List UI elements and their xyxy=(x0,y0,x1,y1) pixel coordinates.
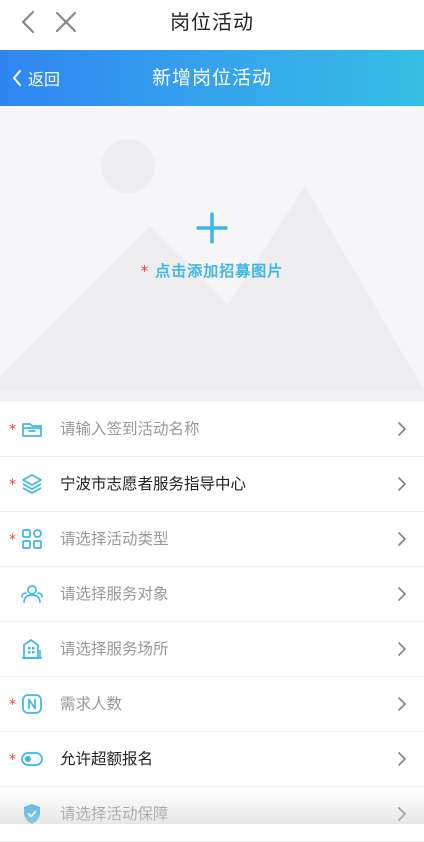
grid-icon xyxy=(22,529,42,549)
folder-icon xyxy=(22,423,42,437)
chevron-right-icon xyxy=(398,697,406,711)
headcount-field[interactable]: * 需求人数 xyxy=(0,677,424,732)
service-target-field[interactable]: 请选择服务对象 xyxy=(0,567,424,622)
required-marker: * xyxy=(9,697,16,713)
chevron-right-icon xyxy=(398,422,406,436)
layers-icon xyxy=(22,474,42,494)
chevron-right-icon xyxy=(398,752,406,766)
service-venue-text: 请选择服务场所 xyxy=(60,640,169,658)
activity-type-field[interactable]: * 请选择活动类型 xyxy=(0,512,424,567)
allow-overbooking-field[interactable]: * 允许超额报名 xyxy=(0,732,424,787)
users-icon xyxy=(21,585,43,603)
activity-name-text: 请输入签到活动名称 xyxy=(60,420,200,438)
headcount-text: 需求人数 xyxy=(60,695,123,713)
service-venue-field[interactable]: 请选择服务场所 xyxy=(0,622,424,677)
image-upload-area[interactable]: * 点击添加招募图片 xyxy=(0,106,424,390)
allow-overbooking-text: 允许超额报名 xyxy=(60,750,154,768)
chevron-right-icon xyxy=(398,532,406,546)
activity-type-text: 请选择活动类型 xyxy=(60,530,169,548)
organization-field[interactable]: * 宁波市志愿者服务指导中心 xyxy=(0,457,424,512)
chevron-right-icon xyxy=(398,807,406,821)
page-header: 返回 新增岗位活动 xyxy=(0,50,424,106)
activity-name-field[interactable]: * 请输入签到活动名称 xyxy=(0,402,424,457)
chevron-right-icon xyxy=(398,477,406,491)
service-target-text: 请选择服务对象 xyxy=(60,585,169,603)
plus-icon[interactable] xyxy=(194,210,230,246)
form-list: * 请输入签到活动名称 * 宁波市志愿者服务指导中心 * 请选择活动类型 请选择… xyxy=(0,402,424,842)
window-title: 岗位活动 xyxy=(170,10,254,34)
number-badge-icon xyxy=(22,694,42,714)
toggle-icon xyxy=(21,752,43,766)
activity-guarantee-text: 请选择活动保障 xyxy=(60,805,169,823)
required-marker: * xyxy=(9,752,16,768)
add-image-text: 点击添加招募图片 xyxy=(155,262,284,280)
chevron-right-icon xyxy=(398,642,406,656)
required-marker: * xyxy=(140,262,150,280)
required-marker: * xyxy=(9,422,16,438)
activity-guarantee-field[interactable]: 请选择活动保障 xyxy=(0,787,424,842)
image-placeholder-icon xyxy=(0,139,424,390)
required-marker: * xyxy=(9,532,16,548)
organization-text: 宁波市志愿者服务指导中心 xyxy=(60,475,247,493)
building-icon xyxy=(22,639,42,659)
chevron-right-icon xyxy=(398,587,406,601)
shield-icon xyxy=(24,804,40,824)
page-title: 新增岗位活动 xyxy=(151,67,272,89)
required-marker: * xyxy=(9,477,16,493)
top-app-bar: 岗位活动 xyxy=(0,0,424,51)
add-image-label[interactable]: * 点击添加招募图片 xyxy=(0,260,424,281)
section-divider xyxy=(0,390,424,402)
